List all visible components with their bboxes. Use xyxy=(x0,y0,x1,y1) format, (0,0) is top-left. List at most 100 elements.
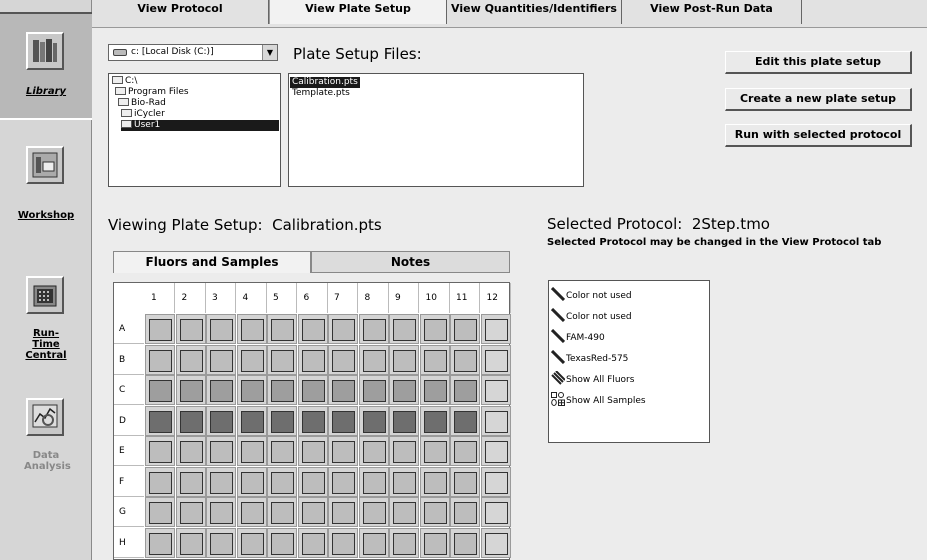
plate-well[interactable] xyxy=(328,497,358,527)
plate-well[interactable] xyxy=(297,527,328,558)
plate-well[interactable] xyxy=(450,527,480,558)
plate-row-header[interactable]: A xyxy=(114,314,144,344)
plate-well[interactable] xyxy=(297,375,328,405)
plate-well[interactable] xyxy=(419,527,450,558)
plate-well[interactable] xyxy=(175,344,206,375)
plate-well[interactable] xyxy=(419,466,450,497)
tree-item-bio-rad[interactable]: Bio-Rad xyxy=(118,98,166,109)
plate-well[interactable] xyxy=(206,314,236,344)
plate-well[interactable] xyxy=(145,405,175,436)
plate-well[interactable] xyxy=(145,375,175,405)
plate-well[interactable] xyxy=(480,314,511,344)
plate-well[interactable] xyxy=(328,527,358,558)
nav-run-time-central[interactable]: Run-Time Central xyxy=(0,276,92,361)
plate-well[interactable] xyxy=(419,314,450,344)
plate-well[interactable] xyxy=(450,466,480,497)
plate-row-header[interactable]: B xyxy=(114,345,144,375)
plate-well[interactable] xyxy=(450,375,480,405)
plate-well[interactable] xyxy=(419,405,450,436)
plate-well[interactable] xyxy=(267,314,297,344)
plate-well[interactable] xyxy=(328,436,358,466)
plate-well[interactable] xyxy=(206,527,236,558)
plate-well[interactable] xyxy=(297,497,328,527)
edit-plate-setup-button[interactable]: Edit this plate setup xyxy=(725,51,912,74)
plate-well[interactable] xyxy=(450,405,480,436)
plate-column-header[interactable]: 8 xyxy=(359,283,389,313)
plate-well[interactable] xyxy=(480,466,511,497)
plate-well[interactable] xyxy=(145,344,175,375)
plate-well[interactable] xyxy=(206,497,236,527)
file-item-calibration[interactable]: Calibration.pts xyxy=(290,77,360,88)
plate-column-header[interactable]: 9 xyxy=(389,283,419,313)
plate-well[interactable] xyxy=(480,405,511,436)
plate-well[interactable] xyxy=(389,314,419,344)
nav-workshop[interactable]: Workshop xyxy=(0,146,92,236)
show-all-fluors-item[interactable]: Show All Fluors xyxy=(551,370,634,387)
fluor-item-fam-490[interactable]: FAM-490 xyxy=(550,328,605,345)
plate-well[interactable] xyxy=(419,375,450,405)
nav-library[interactable]: Library xyxy=(0,12,92,120)
plate-column-header[interactable]: 4 xyxy=(237,283,267,313)
plate-well[interactable] xyxy=(389,375,419,405)
plate-well[interactable] xyxy=(328,375,358,405)
plate-well[interactable] xyxy=(206,405,236,436)
plate-well[interactable] xyxy=(358,375,389,405)
plate-well[interactable] xyxy=(389,344,419,375)
plate-well[interactable] xyxy=(175,527,206,558)
show-all-samples-item[interactable]: Show All Samples xyxy=(551,392,646,408)
tab-fluors-and-samples[interactable]: Fluors and Samples xyxy=(113,251,311,273)
tab-view-post-run-data[interactable]: View Post-Run Data xyxy=(622,0,802,24)
fluor-item[interactable]: Color not used xyxy=(550,286,632,303)
plate-column-header[interactable]: 10 xyxy=(420,283,450,313)
plate-well[interactable] xyxy=(358,314,389,344)
plate-well[interactable] xyxy=(358,466,389,497)
plate-well[interactable] xyxy=(419,497,450,527)
file-item-template[interactable]: Template.pts xyxy=(292,88,350,99)
plate-well[interactable] xyxy=(419,344,450,375)
nav-data-analysis[interactable]: Data Analysis xyxy=(0,398,92,478)
plate-well[interactable] xyxy=(389,405,419,436)
plate-well[interactable] xyxy=(480,527,511,558)
plate-well[interactable] xyxy=(480,344,511,375)
plate-well[interactable] xyxy=(450,314,480,344)
plate-well[interactable] xyxy=(267,375,297,405)
plate-well[interactable] xyxy=(145,497,175,527)
plate-column-header[interactable]: 2 xyxy=(176,283,206,313)
plate-row-header[interactable]: C xyxy=(114,375,144,405)
tab-view-quantities-identifiers[interactable]: View Quantities/Identifiers xyxy=(447,0,622,24)
plate-well[interactable] xyxy=(450,497,480,527)
plate-column-header[interactable]: 1 xyxy=(145,283,175,313)
plate-well[interactable] xyxy=(236,497,267,527)
drive-select[interactable]: c: [Local Disk (C:)] ▼ xyxy=(108,44,278,61)
run-with-selected-protocol-button[interactable]: Run with selected protocol xyxy=(725,124,912,147)
plate-well[interactable] xyxy=(175,375,206,405)
plate-well[interactable] xyxy=(175,405,206,436)
plate-well[interactable] xyxy=(297,314,328,344)
plate-row-header[interactable]: F xyxy=(114,467,144,497)
plate-well[interactable] xyxy=(175,314,206,344)
tree-item-user1[interactable]: User1 xyxy=(121,120,279,131)
fluor-item-texasred-575[interactable]: TexasRed-575 xyxy=(550,349,628,366)
tree-item-c-root[interactable]: C:\ xyxy=(112,76,137,87)
plate-well[interactable] xyxy=(389,527,419,558)
plate-row-header[interactable]: H xyxy=(114,528,144,558)
plate-well[interactable] xyxy=(175,466,206,497)
plate-well[interactable] xyxy=(267,344,297,375)
plate-column-header[interactable]: 12 xyxy=(481,283,511,313)
plate-well[interactable] xyxy=(267,497,297,527)
plate-well[interactable] xyxy=(236,375,267,405)
plate-well[interactable] xyxy=(450,436,480,466)
plate-well[interactable] xyxy=(358,344,389,375)
chevron-down-icon[interactable]: ▼ xyxy=(262,45,277,60)
tab-view-plate-setup[interactable]: View Plate Setup xyxy=(269,0,447,24)
plate-row-header[interactable]: G xyxy=(114,497,144,527)
create-plate-setup-button[interactable]: Create a new plate setup xyxy=(725,88,912,111)
plate-well[interactable] xyxy=(328,314,358,344)
plate-well[interactable] xyxy=(206,466,236,497)
plate-column-header[interactable]: 7 xyxy=(328,283,358,313)
plate-well[interactable] xyxy=(297,405,328,436)
plate-well[interactable] xyxy=(206,344,236,375)
plate-well[interactable] xyxy=(419,436,450,466)
tree-item-icycler[interactable]: iCycler xyxy=(121,109,165,120)
plate-well[interactable] xyxy=(297,344,328,375)
